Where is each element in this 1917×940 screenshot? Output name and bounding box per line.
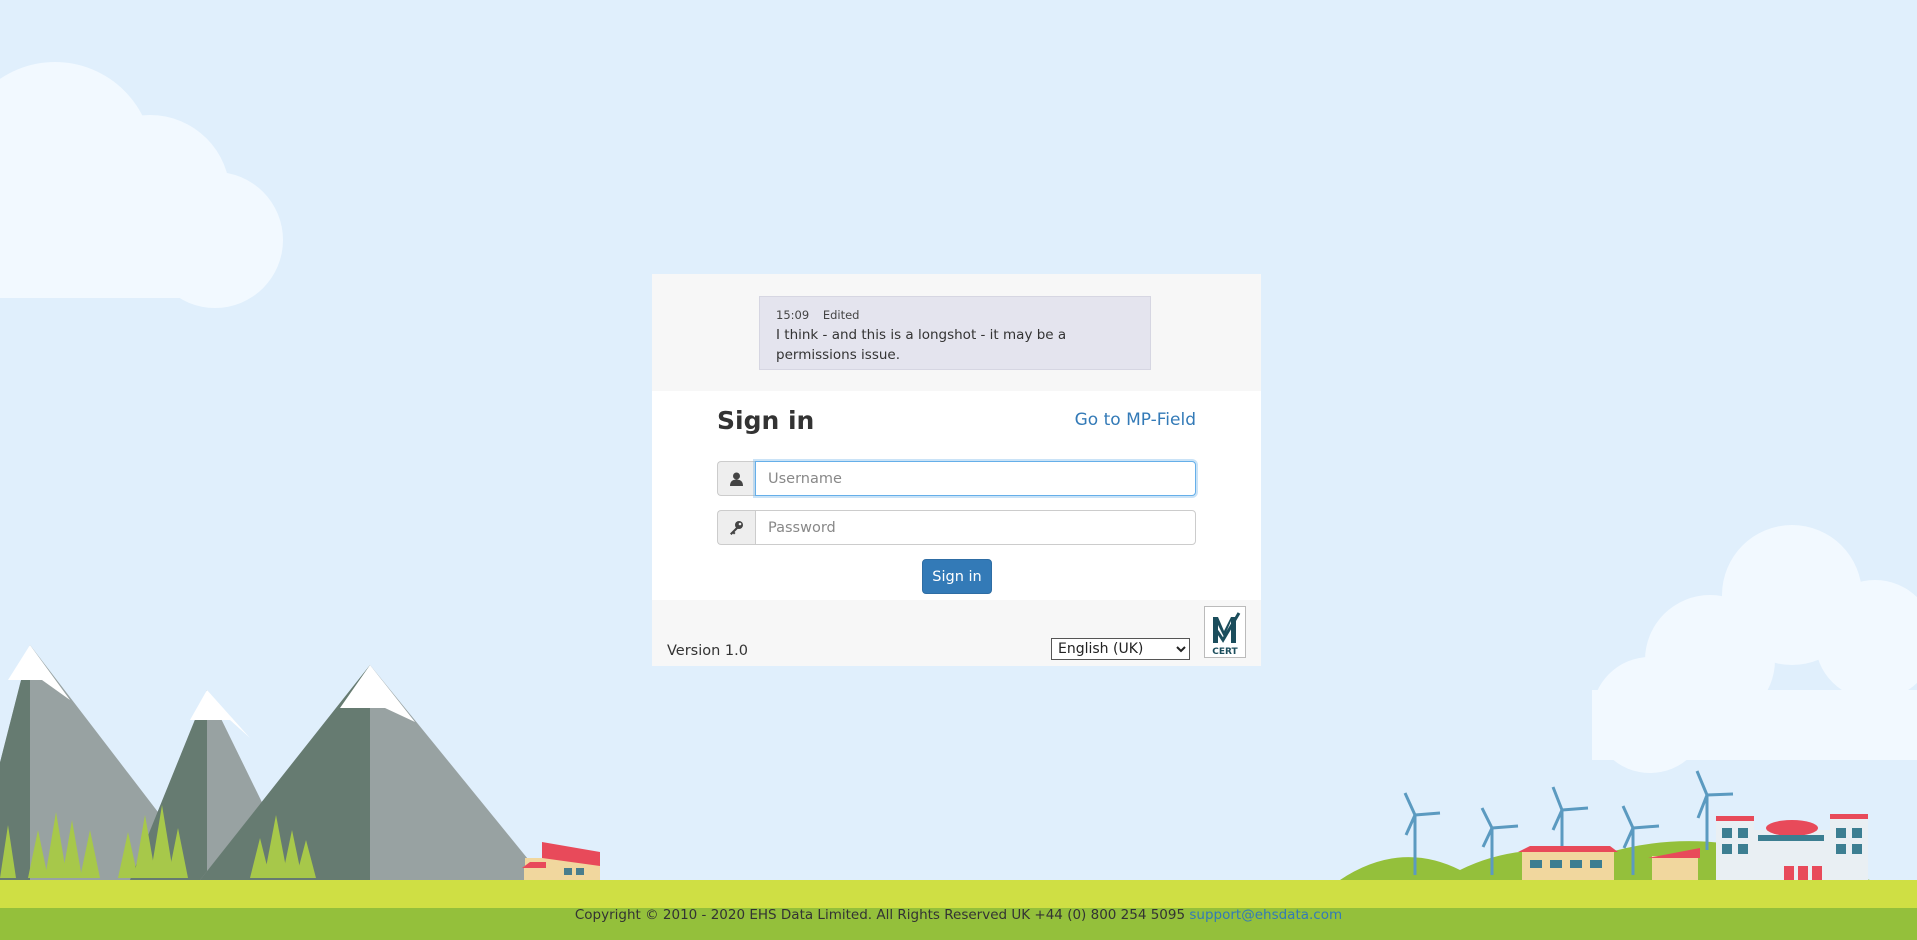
password-group (717, 510, 1196, 545)
key-icon (717, 510, 755, 545)
chat-message: 15:09 Edited I think - and this is a lon… (759, 296, 1151, 370)
support-email-link[interactable]: support@ehsdata.com (1189, 907, 1342, 923)
message-area: 15:09 Edited I think - and this is a lon… (652, 274, 1261, 391)
message-meta: 15:09 Edited (776, 307, 1134, 323)
page-footer: Copyright © 2010 - 2020 EHS Data Limited… (0, 898, 1917, 932)
cert-logo: CERT (1204, 606, 1246, 658)
house-left (522, 842, 600, 880)
cert-logo-text: CERT (1212, 647, 1238, 657)
cloud-right (1592, 525, 1917, 773)
password-input[interactable] (755, 510, 1196, 545)
cloud-left (0, 62, 283, 308)
sign-in-button[interactable]: Sign in (922, 559, 992, 594)
login-panel: 15:09 Edited I think - and this is a lon… (652, 274, 1261, 666)
go-to-mp-field-link[interactable]: Go to MP-Field (1075, 410, 1196, 430)
page-title: Sign in (717, 406, 815, 435)
message-status: Edited (822, 308, 860, 322)
username-input[interactable] (755, 461, 1196, 496)
copyright-text: Copyright © 2010 - 2020 EHS Data Limited… (574, 907, 1186, 923)
user-icon (717, 461, 755, 496)
language-select[interactable]: English (UK) (1051, 638, 1190, 660)
version-label: Version 1.0 (667, 643, 748, 659)
message-time: 15:09 (776, 308, 810, 322)
message-text: I think - and this is a longshot - it ma… (776, 327, 1067, 363)
username-group (717, 461, 1196, 496)
panel-footer: Version 1.0 English (UK) CERT (652, 600, 1261, 666)
